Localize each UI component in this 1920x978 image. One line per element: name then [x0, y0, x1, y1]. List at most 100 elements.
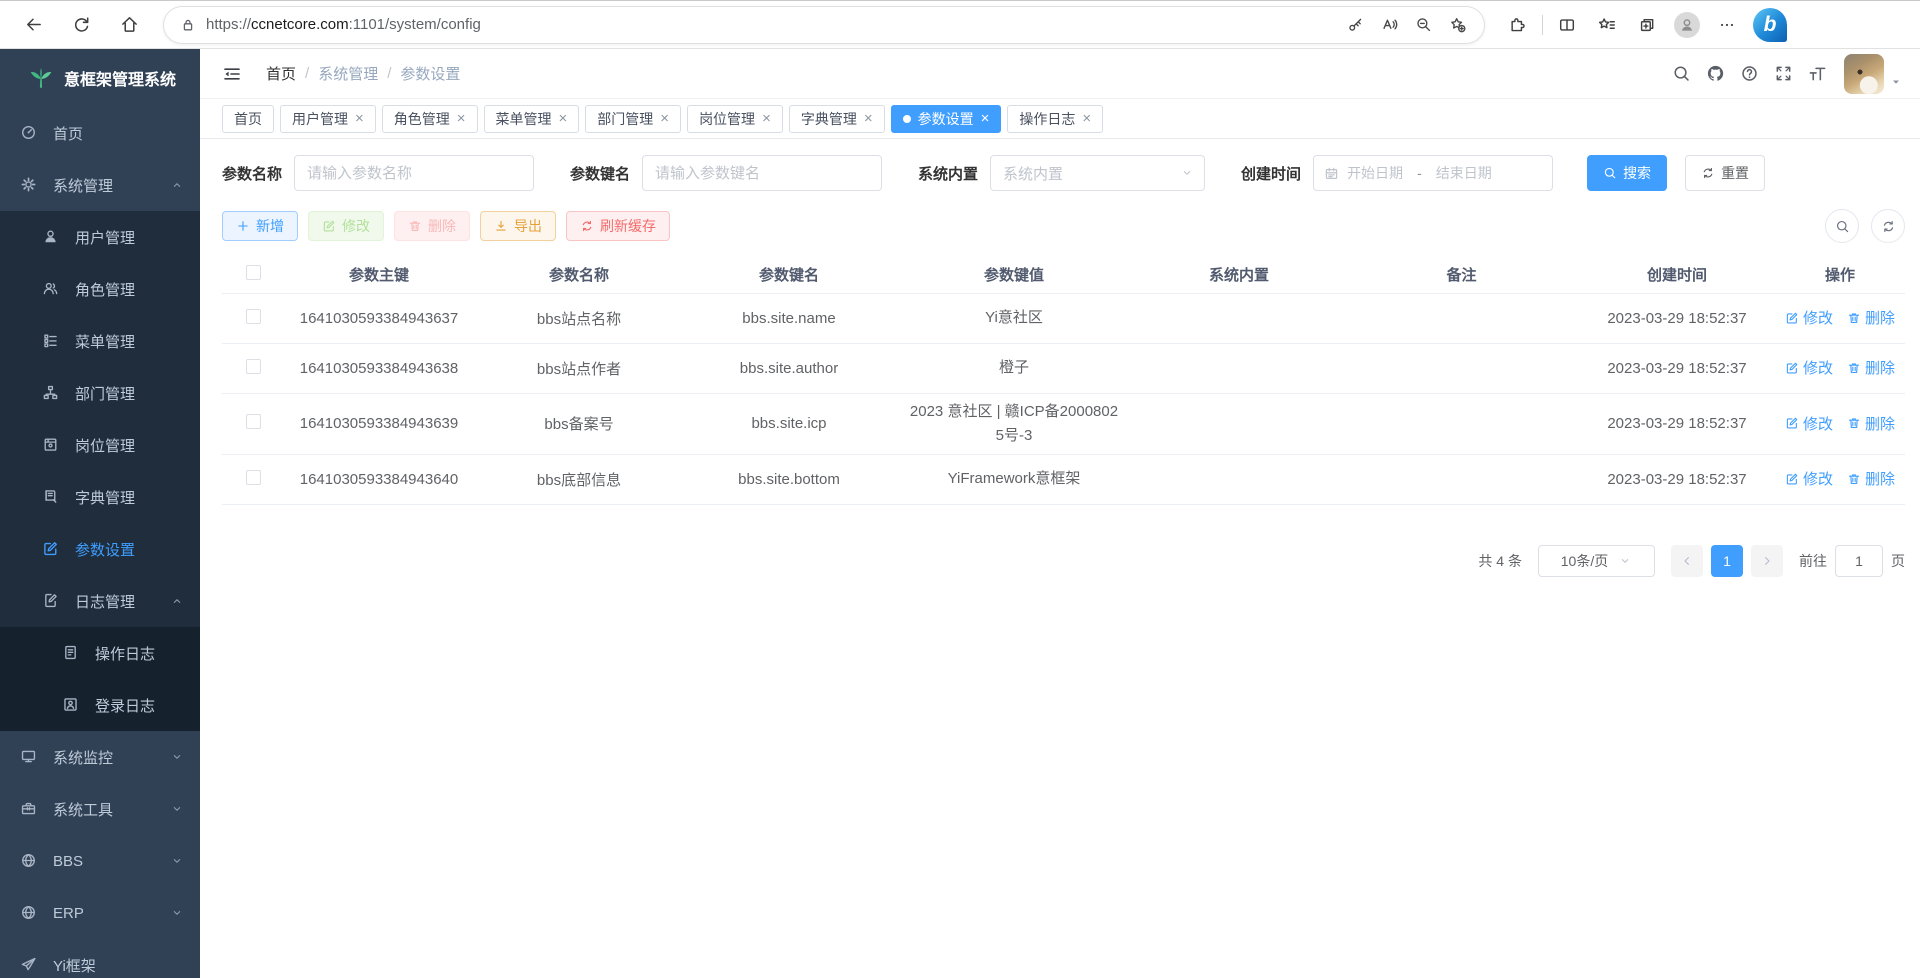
tab-菜单管理[interactable]: 菜单管理× [484, 105, 580, 133]
row-edit-button[interactable]: 修改 [1785, 413, 1833, 434]
row-checkbox[interactable] [246, 470, 261, 485]
breadcrumb-item[interactable]: 首页 [266, 63, 296, 84]
tab-字典管理[interactable]: 字典管理× [789, 105, 885, 133]
browser-menu-icon[interactable] [1707, 6, 1747, 44]
toggle-search-button[interactable] [1825, 209, 1859, 243]
cell-param-value: 橙子 [894, 343, 1134, 393]
sidebar-item-log-mgmt[interactable]: 日志管理 [0, 575, 200, 627]
page-size-select[interactable]: 10条/页 [1538, 545, 1655, 577]
browser-refresh-button[interactable] [60, 6, 102, 44]
extensions-icon[interactable] [1498, 6, 1538, 44]
next-page-button[interactable] [1751, 545, 1783, 577]
fullscreen-icon[interactable] [1766, 57, 1800, 91]
sidebar-item-yi-framework[interactable]: Yi框架 [0, 939, 200, 978]
param-key-input[interactable] [642, 155, 882, 191]
tab-close-icon[interactable]: × [355, 111, 364, 126]
delete-button[interactable]: 删除 [394, 211, 470, 241]
sidebar-item-menu-mgmt[interactable]: 菜单管理 [0, 315, 200, 367]
cell-param-name: bbs站点名称 [474, 293, 684, 343]
row-delete-button[interactable]: 删除 [1847, 307, 1895, 328]
tab-close-icon[interactable]: × [981, 111, 990, 126]
search-button[interactable]: 搜索 [1587, 155, 1667, 191]
tab-close-icon[interactable]: × [1082, 111, 1091, 126]
font-size-icon[interactable] [1800, 57, 1834, 91]
prev-page-button[interactable] [1671, 545, 1703, 577]
sidebar-item-login-log[interactable]: 登录日志 [0, 679, 200, 731]
add-button[interactable]: 新增 [222, 211, 298, 241]
add-favorite-icon[interactable] [1440, 10, 1474, 40]
edit-icon [1785, 361, 1799, 375]
password-key-icon[interactable] [1338, 10, 1372, 40]
sidebar-item-dict-mgmt[interactable]: 字典管理 [0, 471, 200, 523]
chevron-up-icon [170, 178, 184, 192]
tab-close-icon[interactable]: × [559, 111, 568, 126]
row-delete-button[interactable]: 删除 [1847, 357, 1895, 378]
tab-部门管理[interactable]: 部门管理× [585, 105, 681, 133]
address-bar[interactable]: https://ccnetcore.com:1101/system/config [164, 7, 1484, 43]
read-aloud-icon[interactable] [1372, 10, 1406, 40]
sidebar-item-post-mgmt[interactable]: 岗位管理 [0, 419, 200, 471]
tab-操作日志[interactable]: 操作日志× [1007, 105, 1103, 133]
tab-close-icon[interactable]: × [457, 111, 466, 126]
sidebar-item-sys-tools[interactable]: 系统工具 [0, 783, 200, 835]
sidebar-item-home[interactable]: 首页 [0, 107, 200, 159]
sidebar-item-system-mgmt[interactable]: 系统管理 [0, 159, 200, 211]
split-screen-icon[interactable] [1547, 6, 1587, 44]
sidebar: 意框架管理系统 首页系统管理用户管理角色管理菜单管理部门管理岗位管理字典管理参数… [0, 49, 200, 978]
app-logo[interactable]: 意框架管理系统 [0, 49, 200, 107]
home-icon [120, 15, 139, 34]
browser-back-button[interactable] [12, 6, 54, 44]
browser-profile-button[interactable] [1667, 6, 1707, 44]
browser-home-button[interactable] [108, 6, 150, 44]
tab-岗位管理[interactable]: 岗位管理× [687, 105, 783, 133]
row-edit-button[interactable]: 修改 [1785, 307, 1833, 328]
current-page-button[interactable]: 1 [1711, 545, 1743, 577]
row-edit-button[interactable]: 修改 [1785, 357, 1833, 378]
refresh-cache-button[interactable]: 刷新缓存 [566, 211, 670, 241]
row-checkbox[interactable] [246, 359, 261, 374]
tab-close-icon[interactable]: × [660, 111, 669, 126]
param-name-input[interactable] [294, 155, 534, 191]
sidebar-collapse-icon[interactable] [216, 58, 248, 90]
tab-用户管理[interactable]: 用户管理× [280, 105, 376, 133]
user-avatar[interactable] [1844, 54, 1884, 94]
table-row: 1641030593384943638bbs站点作者bbs.site.autho… [222, 343, 1905, 393]
zoom-out-icon[interactable] [1406, 10, 1440, 40]
reset-button[interactable]: 重置 [1685, 155, 1765, 191]
sidebar-item-op-log[interactable]: 操作日志 [0, 627, 200, 679]
row-checkbox[interactable] [246, 414, 261, 429]
sidebar-item-user-mgmt[interactable]: 用户管理 [0, 211, 200, 263]
tab-参数设置[interactable]: 参数设置× [891, 105, 1002, 133]
cell-remark [1344, 454, 1579, 504]
export-button[interactable]: 导出 [480, 211, 556, 241]
sidebar-item-erp[interactable]: ERP [0, 887, 200, 939]
builtin-select[interactable]: 系统内置 [990, 155, 1205, 191]
sidebar-item-bbs[interactable]: BBS [0, 835, 200, 887]
search-icon[interactable] [1664, 57, 1698, 91]
bing-chat-icon[interactable]: b [1753, 8, 1787, 42]
collections-icon[interactable] [1627, 6, 1667, 44]
row-edit-button[interactable]: 修改 [1785, 468, 1833, 489]
tab-角色管理[interactable]: 角色管理× [382, 105, 478, 133]
avatar-caret-icon[interactable] [1890, 76, 1902, 88]
date-range-picker[interactable]: 开始日期 - 结束日期 [1313, 155, 1553, 191]
tab-close-icon[interactable]: × [762, 111, 771, 126]
modify-button[interactable]: 修改 [308, 211, 384, 241]
refresh-table-button[interactable] [1871, 209, 1905, 243]
tab-首页[interactable]: 首页 [222, 105, 274, 133]
trash-icon [1847, 311, 1861, 325]
sidebar-item-role-mgmt[interactable]: 角色管理 [0, 263, 200, 315]
goto-page-input[interactable] [1835, 545, 1883, 577]
help-icon[interactable] [1732, 57, 1766, 91]
sidebar-item-param-config[interactable]: 参数设置 [0, 523, 200, 575]
row-delete-button[interactable]: 删除 [1847, 468, 1895, 489]
row-delete-button[interactable]: 删除 [1847, 413, 1895, 434]
tab-close-icon[interactable]: × [864, 111, 873, 126]
row-checkbox[interactable] [246, 309, 261, 324]
edit-icon [322, 219, 336, 233]
github-icon[interactable] [1698, 57, 1732, 91]
select-all-checkbox[interactable] [246, 265, 261, 280]
sidebar-item-dept-mgmt[interactable]: 部门管理 [0, 367, 200, 419]
sidebar-item-sys-monitor[interactable]: 系统监控 [0, 731, 200, 783]
favorites-icon[interactable] [1587, 6, 1627, 44]
